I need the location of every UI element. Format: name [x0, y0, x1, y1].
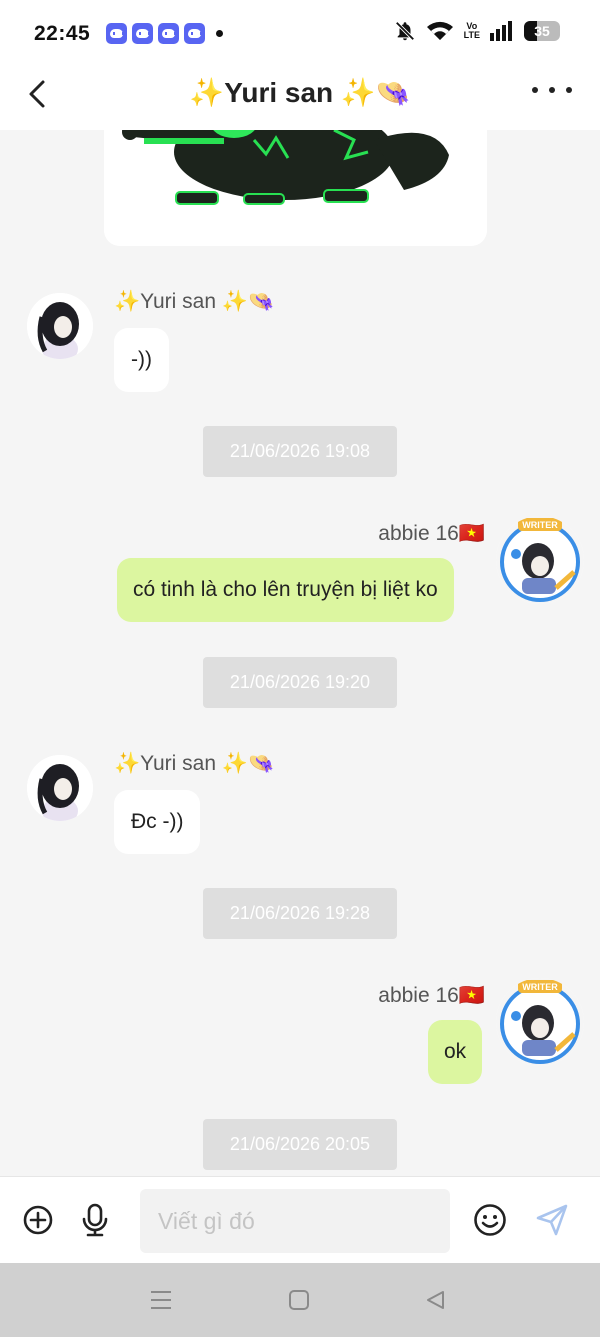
- system-icons: Vo LTE 35: [394, 20, 560, 42]
- avatar[interactable]: [27, 293, 93, 359]
- volte-bottom-label: LTE: [463, 30, 480, 40]
- message-bubble-incoming[interactable]: Đc -)): [114, 790, 201, 854]
- chevron-left-icon: [29, 80, 45, 108]
- timestamp: 21/06/2026 20:05: [203, 1119, 397, 1170]
- back-button[interactable]: [22, 74, 52, 114]
- menu-lines-icon: [151, 1291, 171, 1309]
- message-bubble-outgoing[interactable]: có tinh là cho lên truyện bị liệt ko: [117, 558, 454, 622]
- more-options-button[interactable]: [532, 78, 572, 102]
- discord-icon: [106, 23, 127, 44]
- notification-icons: [106, 23, 223, 44]
- timestamp: 21/06/2026 19:28: [203, 888, 397, 939]
- avatar-image: WRITER: [496, 516, 584, 604]
- send-button[interactable]: [535, 1203, 569, 1237]
- volte-icon: Vo LTE: [464, 22, 480, 40]
- more-notifications-dot-icon: [216, 30, 223, 37]
- wifi-icon: [426, 21, 453, 40]
- discord-icon: [158, 23, 179, 44]
- message-bubble-incoming[interactable]: -)): [114, 328, 169, 392]
- emoji-button[interactable]: [473, 1203, 507, 1237]
- chat-header: ✨Yuri san ✨👒: [0, 64, 600, 130]
- system-navigation-bar: [0, 1263, 600, 1337]
- chat-messages[interactable]: ✨Yuri san ✨👒 -)) 21/06/2026 19:08 abbie …: [0, 130, 600, 1176]
- chat-title: ✨Yuri san ✨👒: [189, 77, 411, 108]
- sender-name: abbie 16🇻🇳: [378, 522, 485, 545]
- message-input[interactable]: [140, 1189, 450, 1253]
- battery-icon: 35: [524, 21, 560, 41]
- more-dots-icon: [532, 87, 538, 93]
- send-icon: [536, 1204, 568, 1236]
- discord-icon: [184, 23, 205, 44]
- svg-text:WRITER: WRITER: [522, 520, 558, 530]
- sender-name: ✨Yuri san ✨👒: [114, 752, 275, 775]
- back-nav-button[interactable]: [420, 1287, 450, 1313]
- emoji-icon: [474, 1204, 506, 1236]
- timestamp: 21/06/2026 19:08: [203, 426, 397, 477]
- avatar[interactable]: WRITER: [496, 516, 584, 604]
- voice-message-button[interactable]: [78, 1203, 112, 1237]
- recent-apps-button[interactable]: [146, 1287, 176, 1313]
- discord-icon: [132, 23, 153, 44]
- add-circle-icon: [23, 1205, 53, 1235]
- add-attachment-button[interactable]: [21, 1203, 55, 1237]
- home-button[interactable]: [284, 1287, 314, 1313]
- triangle-back-icon: [427, 1291, 444, 1309]
- avatar[interactable]: [27, 755, 93, 821]
- sticker-image: [104, 130, 487, 246]
- svg-text:WRITER: WRITER: [522, 982, 558, 992]
- status-time: 22:45: [34, 22, 91, 45]
- avatar-image: [27, 755, 93, 821]
- status-bar: 22:45 Vo LTE 35: [0, 0, 600, 64]
- timestamp: 21/06/2026 19:20: [203, 657, 397, 708]
- message-input-bar: [0, 1176, 600, 1263]
- sender-name: abbie 16🇻🇳: [378, 984, 485, 1007]
- avatar-image: [27, 293, 93, 359]
- mute-bell-icon: [395, 21, 415, 41]
- square-icon: [289, 1290, 309, 1310]
- battery-level: 35: [534, 23, 550, 39]
- message-bubble-outgoing[interactable]: ok: [428, 1020, 483, 1084]
- avatar[interactable]: WRITER: [496, 978, 584, 1066]
- microphone-icon: [82, 1203, 108, 1237]
- sticker-message[interactable]: [104, 130, 487, 246]
- avatar-image: WRITER: [496, 978, 584, 1066]
- signal-icon: [490, 21, 512, 41]
- sender-name: ✨Yuri san ✨👒: [114, 290, 275, 313]
